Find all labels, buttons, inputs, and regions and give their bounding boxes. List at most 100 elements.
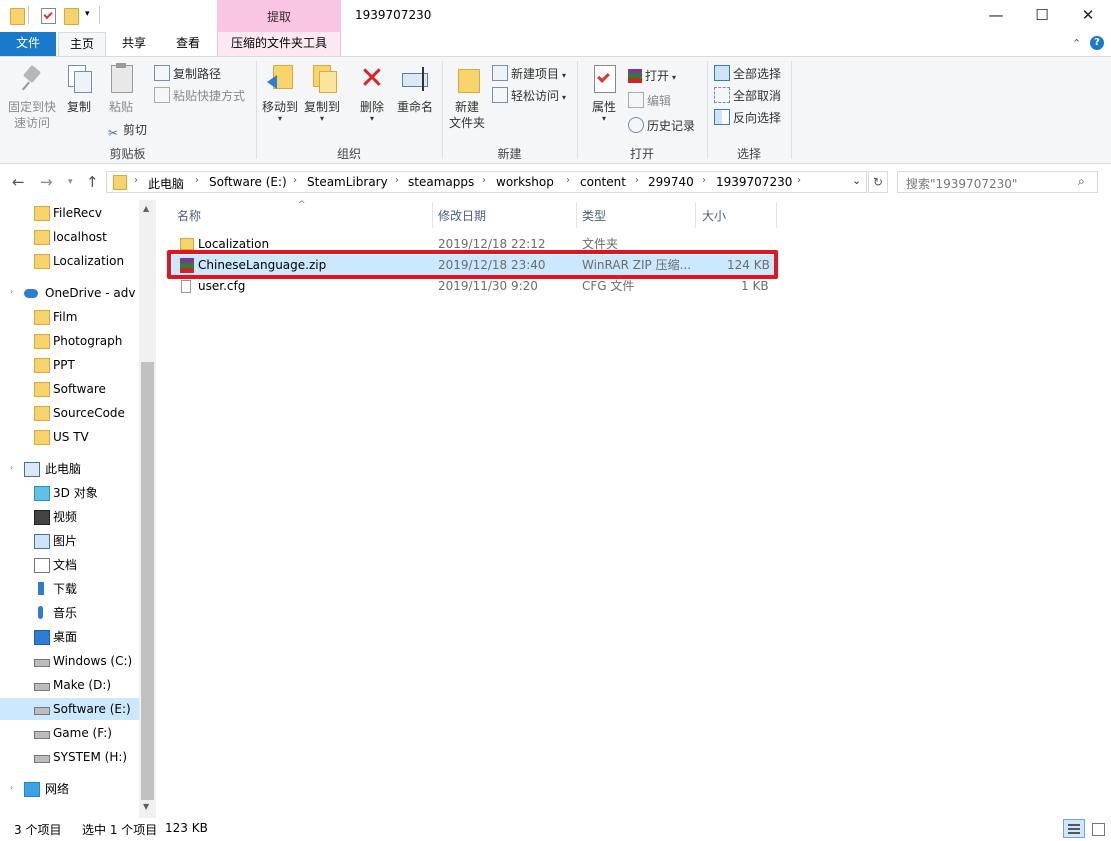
edit-button[interactable]: 编辑 — [628, 92, 671, 110]
up-button[interactable]: ↑ — [86, 173, 99, 191]
rename-button[interactable]: 重命名 — [394, 63, 436, 115]
tab-home[interactable]: 主页 — [58, 32, 106, 56]
sidebar-item-ppt[interactable]: PPT — [0, 354, 139, 376]
history-button[interactable]: 历史记录 — [628, 117, 695, 135]
help-icon[interactable]: ? — [1090, 36, 1104, 50]
sidebar-item-software-e[interactable]: Software (E:) — [0, 698, 139, 720]
move-to-button[interactable]: 移动到 ▾ — [260, 63, 300, 123]
copy-to-button[interactable]: 复制到 ▾ — [302, 63, 342, 123]
sidebar-item-onedrive-adv[interactable]: OneDrive - adv — [0, 282, 139, 304]
sidebar-item-视频[interactable]: 视频 — [0, 506, 139, 528]
tab-file[interactable]: 文件 — [0, 32, 56, 56]
download-icon — [38, 582, 44, 595]
file-icon — [181, 280, 191, 293]
pin-to-quick-access-button[interactable]: 固定到快 速访问 — [6, 63, 58, 131]
sidebar-item-make-d[interactable]: Make (D:) — [0, 674, 139, 696]
breadcrumb-software-drive[interactable]: Software (E:) — [209, 175, 287, 189]
breadcrumb-steamlibrary[interactable]: SteamLibrary — [307, 175, 388, 189]
breadcrumb-content[interactable]: content — [580, 175, 626, 189]
cloud-icon — [24, 289, 38, 298]
cut-button[interactable]: ✂ 剪切 — [106, 121, 147, 140]
sidebar-item-game-f[interactable]: Game (F:) — [0, 722, 139, 744]
folder-icon — [34, 430, 50, 445]
customize-quick-access-icon[interactable]: ▾ — [85, 9, 90, 19]
delete-button[interactable]: ✕ 删除 ▾ — [356, 63, 388, 123]
sidebar-item-音乐[interactable]: 音乐 — [0, 602, 139, 624]
tab-share[interactable]: 共享 — [112, 32, 156, 56]
sidebar-item-system-h[interactable]: SYSTEM (H:) — [0, 746, 139, 768]
search-input[interactable]: 搜索"1939707230" ⌕ — [897, 171, 1098, 193]
paste-button[interactable]: 粘贴 — [102, 63, 140, 115]
collapse-ribbon-icon[interactable]: ⌃ — [1072, 37, 1081, 50]
sidebar-item-us-tv[interactable]: US TV — [0, 426, 139, 448]
select-all-button[interactable]: 全部选择 — [714, 65, 781, 83]
breadcrumb-steamapps[interactable]: steamapps — [408, 175, 474, 189]
invert-selection-button[interactable]: 反向选择 — [714, 109, 781, 127]
sidebar-item-film[interactable]: Film — [0, 306, 139, 328]
sidebar-item-localhost[interactable]: localhost — [0, 226, 139, 248]
sidebar-item-下载[interactable]: 下载 — [0, 578, 139, 600]
open-button[interactable]: 打开 ▾ — [628, 67, 676, 85]
address-bar[interactable]: › 此电脑 › Software (E:) › SteamLibrary › s… — [106, 171, 867, 193]
drive-icon — [34, 683, 50, 691]
sidebar-item-windows-c[interactable]: Windows (C:) — [0, 650, 139, 672]
scroll-thumb[interactable] — [141, 362, 154, 800]
list-item-user-cfg[interactable]: user.cfg 2019/11/30 9:20 CFG 文件 1 KB — [172, 276, 777, 297]
sidebar-item-filerecv[interactable]: FileRecv — [0, 202, 139, 224]
expand-chevron-icon[interactable]: › — [10, 463, 13, 472]
minimize-button[interactable]: — — [973, 0, 1019, 32]
sidebar-item-photograph[interactable]: Photograph — [0, 330, 139, 352]
recent-locations-button[interactable]: ▾ — [68, 177, 73, 187]
sidebar-item-网络[interactable]: 网络 — [0, 778, 139, 800]
tab-extract-context[interactable]: 提取 — [217, 0, 341, 32]
breadcrumb-1939707230[interactable]: 1939707230 — [716, 175, 792, 189]
sidebar-item-图片[interactable]: 图片 — [0, 530, 139, 552]
new-folder-quick-icon[interactable] — [64, 8, 79, 25]
chevron-right-icon: › — [482, 175, 486, 186]
tab-compressed-folder-tools[interactable]: 压缩的文件夹工具 — [217, 32, 341, 56]
sidebar-item-sourcecode[interactable]: SourceCode — [0, 402, 139, 424]
select-none-button[interactable]: 全部取消 — [714, 87, 781, 105]
refresh-button[interactable]: ↻ — [868, 171, 888, 193]
copy-path-icon — [154, 65, 170, 81]
sidebar-item-此电脑[interactable]: 此电脑 — [0, 458, 139, 480]
sidebar-item-localization[interactable]: Localization — [0, 250, 139, 272]
copy-path-button[interactable]: 复制路径 — [154, 65, 221, 83]
sidebar-item-label: FileRecv — [53, 206, 102, 220]
tab-view[interactable]: 查看 — [164, 32, 212, 56]
sidebar-item-文档[interactable]: 文档 — [0, 554, 139, 576]
new-item-button[interactable]: 新建项目 ▾ — [492, 65, 566, 83]
sidebar-item-label: Game (F:) — [53, 726, 112, 740]
column-header-name[interactable]: 名称 — [177, 207, 201, 224]
sidebar-item-3d-对象[interactable]: 3D 对象 — [0, 482, 139, 504]
sidebar-item-label: localhost — [53, 230, 107, 244]
expand-chevron-icon[interactable]: › — [10, 783, 13, 792]
column-header-modified[interactable]: 修改日期 — [438, 207, 486, 224]
sidebar-item-software[interactable]: Software — [0, 378, 139, 400]
maximize-button[interactable]: ☐ — [1019, 0, 1065, 32]
forward-button[interactable]: → — [40, 173, 53, 191]
column-header-size[interactable]: 大小 — [702, 207, 726, 224]
column-header-type[interactable]: 类型 — [582, 207, 606, 224]
copy-button[interactable]: 复制 — [62, 63, 96, 115]
breadcrumb-workshop[interactable]: workshop — [496, 175, 554, 189]
breadcrumb-299740[interactable]: 299740 — [648, 175, 694, 189]
sidebar-item-桌面[interactable]: 桌面 — [0, 626, 139, 648]
folder-icon — [34, 382, 50, 397]
properties-quick-icon[interactable] — [41, 8, 56, 24]
easy-access-button[interactable]: 轻松访问 ▾ — [492, 87, 566, 105]
scroll-down-icon[interactable]: ▼ — [143, 802, 149, 811]
large-icons-view-button[interactable] — [1088, 819, 1108, 838]
breadcrumb-this-pc[interactable]: 此电脑 — [148, 175, 184, 192]
details-view-button[interactable] — [1063, 819, 1085, 838]
scroll-up-icon[interactable]: ▲ — [143, 204, 149, 213]
back-button[interactable]: ← — [12, 173, 25, 191]
properties-button[interactable]: 属性 ▾ — [586, 63, 622, 123]
expand-chevron-icon[interactable]: › — [10, 287, 13, 296]
close-button[interactable]: ✕ — [1065, 0, 1111, 32]
new-folder-button[interactable]: 新建 文件夹 — [446, 63, 488, 131]
desktop-icon — [34, 630, 50, 645]
paste-shortcut-button[interactable]: 粘贴快捷方式 — [154, 87, 245, 105]
address-dropdown-icon[interactable]: ⌄ — [852, 174, 861, 187]
cube-icon — [34, 486, 50, 501]
